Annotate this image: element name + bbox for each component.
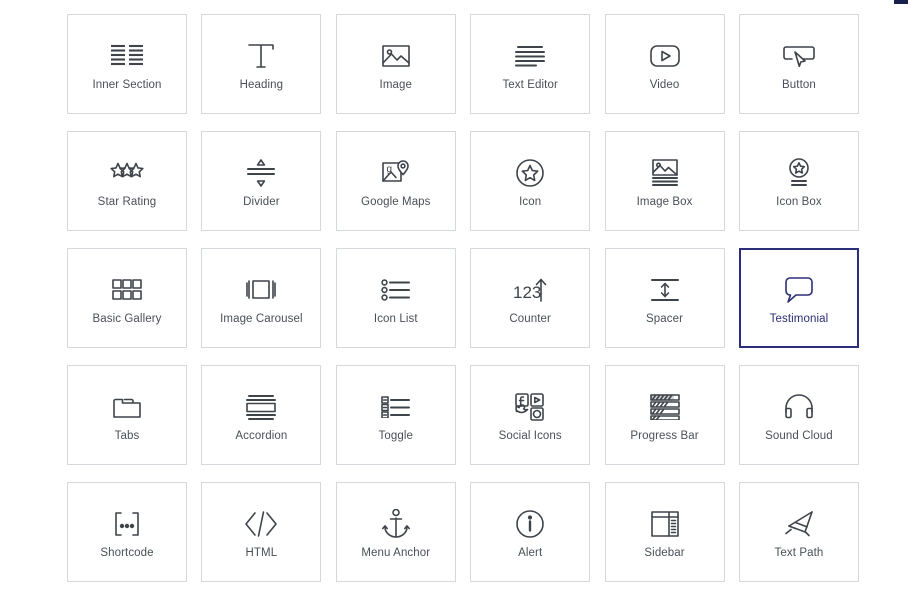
svg-text:123: 123 [513,283,541,302]
widget-label: Image Box [636,195,693,208]
widget-label: Counter [509,312,551,325]
sidebar-layout-icon [650,505,679,543]
button-cursor-icon [783,37,815,75]
testimonial-quote-icon [784,271,814,309]
alert-info-icon [515,505,545,543]
widget-label: Text Path [774,546,824,559]
widget-card-toggle[interactable]: Toggle [335,365,456,465]
tabs-icon [112,388,142,426]
star-rating-icon [109,154,145,192]
widget-card-progress-bar[interactable]: Progress Bar [604,365,725,465]
widget-card-accordion[interactable]: Accordion [201,365,322,465]
widget-card-video[interactable]: Video [604,14,725,114]
widget-card-star-rating[interactable]: Star Rating [67,131,187,231]
widget-card-icon-list[interactable]: Icon List [335,248,456,348]
social-icons-icon [515,388,545,426]
widget-card-text-path[interactable]: Text Path [738,482,859,582]
widgets-panel: Inner Section Heading Image Text Editor … [0,0,915,604]
widget-card-tabs[interactable]: Tabs [67,365,187,465]
widget-card-google-maps[interactable]: g Google Maps [335,131,456,231]
widget-card-menu-anchor[interactable]: Menu Anchor [335,482,456,582]
icon-circle-star-icon [515,154,545,192]
widget-label: Social Icons [498,429,562,442]
widget-card-inner-section[interactable]: Inner Section [67,14,187,114]
widget-label: Testimonial [769,312,829,325]
widget-card-basic-gallery[interactable]: Basic Gallery [67,248,187,348]
widget-label: Tabs [114,429,140,442]
divider-icon [247,154,276,192]
toggle-icon [380,388,411,426]
google-maps-icon: g [381,154,411,192]
spacer-icon [650,271,680,309]
widget-card-alert[interactable]: Alert [470,482,591,582]
video-play-icon [649,37,681,75]
widget-label: Spacer [646,312,684,325]
widget-card-image[interactable]: Image [335,14,456,114]
widget-card-icon-box[interactable]: Icon Box [738,131,859,231]
widget-label: Sidebar [644,546,685,559]
basic-gallery-icon [112,271,142,309]
widget-grid: Inner Section Heading Image Text Editor … [67,14,859,582]
widget-card-testimonial[interactable]: Testimonial [738,248,859,348]
widget-card-text-editor[interactable]: Text Editor [470,14,591,114]
widget-label: Progress Bar [630,429,699,442]
widget-label: Icon Box [776,195,822,208]
icon-box-icon [784,154,814,192]
widget-label: Image [379,78,413,91]
widget-label: Button [782,78,816,91]
widget-label: Icon [519,195,542,208]
widget-card-social-icons[interactable]: Social Icons [470,365,591,465]
accordion-icon [245,388,277,426]
panel-corner-marker [894,0,908,4]
image-box-icon [650,154,680,192]
inner-section-icon [110,37,144,75]
widget-card-sidebar[interactable]: Sidebar [604,482,725,582]
widget-label: HTML [245,546,278,559]
image-carousel-icon [245,271,277,309]
widget-card-divider[interactable]: Divider [201,131,322,231]
widget-label: Image Carousel [220,312,303,325]
widget-label: Sound Cloud [765,429,833,442]
widget-label: Basic Gallery [92,312,162,325]
widget-card-counter[interactable]: 123 Counter [470,248,591,348]
widget-card-heading[interactable]: Heading [201,14,322,114]
image-icon [381,37,411,75]
text-path-icon [783,505,815,543]
widget-label: Icon List [373,312,418,325]
counter-123-icon: 123 [513,271,547,309]
widget-card-html[interactable]: HTML [201,482,322,582]
widget-label: Divider [243,195,280,208]
widget-label: Accordion [235,429,288,442]
widget-card-sound-cloud[interactable]: Sound Cloud [738,365,859,465]
svg-text:g: g [386,164,392,175]
widget-label: Star Rating [97,195,157,208]
icon-list-icon [381,271,411,309]
shortcode-brackets-icon [110,505,144,543]
widget-label: Toggle [378,429,414,442]
widget-card-icon[interactable]: Icon [470,131,591,231]
widget-label: Alert [518,546,543,559]
anchor-icon [381,505,410,543]
headphones-icon [783,388,815,426]
widget-label: Video [649,78,680,91]
html-code-icon [244,505,278,543]
heading-t-icon [246,37,276,75]
widget-label: Inner Section [92,78,162,91]
widget-card-image-box[interactable]: Image Box [604,131,725,231]
widget-label: Google Maps [361,195,431,208]
widget-card-shortcode[interactable]: Shortcode [67,482,187,582]
widget-label: Menu Anchor [361,546,431,559]
widget-label: Shortcode [100,546,154,559]
widget-label: Text Editor [502,78,558,91]
widget-card-spacer[interactable]: Spacer [604,248,725,348]
widget-card-button[interactable]: Button [738,14,859,114]
widget-card-image-carousel[interactable]: Image Carousel [201,248,322,348]
widget-label: Heading [239,78,284,91]
progress-bar-icon [649,388,680,426]
text-editor-icon [514,37,546,75]
